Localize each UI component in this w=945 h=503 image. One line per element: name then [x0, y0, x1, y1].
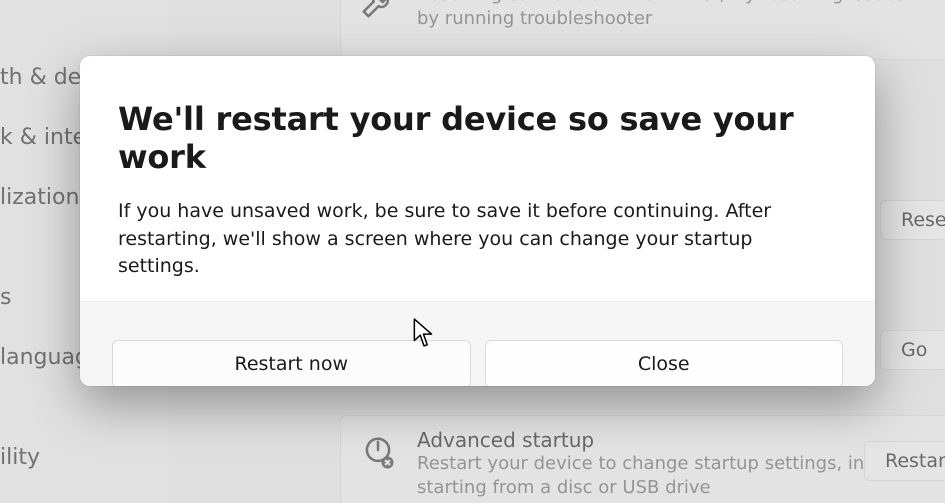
dialog-title: We'll restart your device so save your w…	[118, 100, 837, 176]
dialog-actions: Restart now Close	[80, 301, 875, 386]
restart-confirmation-dialog: We'll restart your device so save your w…	[80, 56, 875, 386]
restart-now-button[interactable]: Restart now	[112, 340, 471, 386]
dialog-body-text: If you have unsaved work, be sure to sav…	[118, 198, 837, 281]
close-button[interactable]: Close	[485, 340, 844, 386]
